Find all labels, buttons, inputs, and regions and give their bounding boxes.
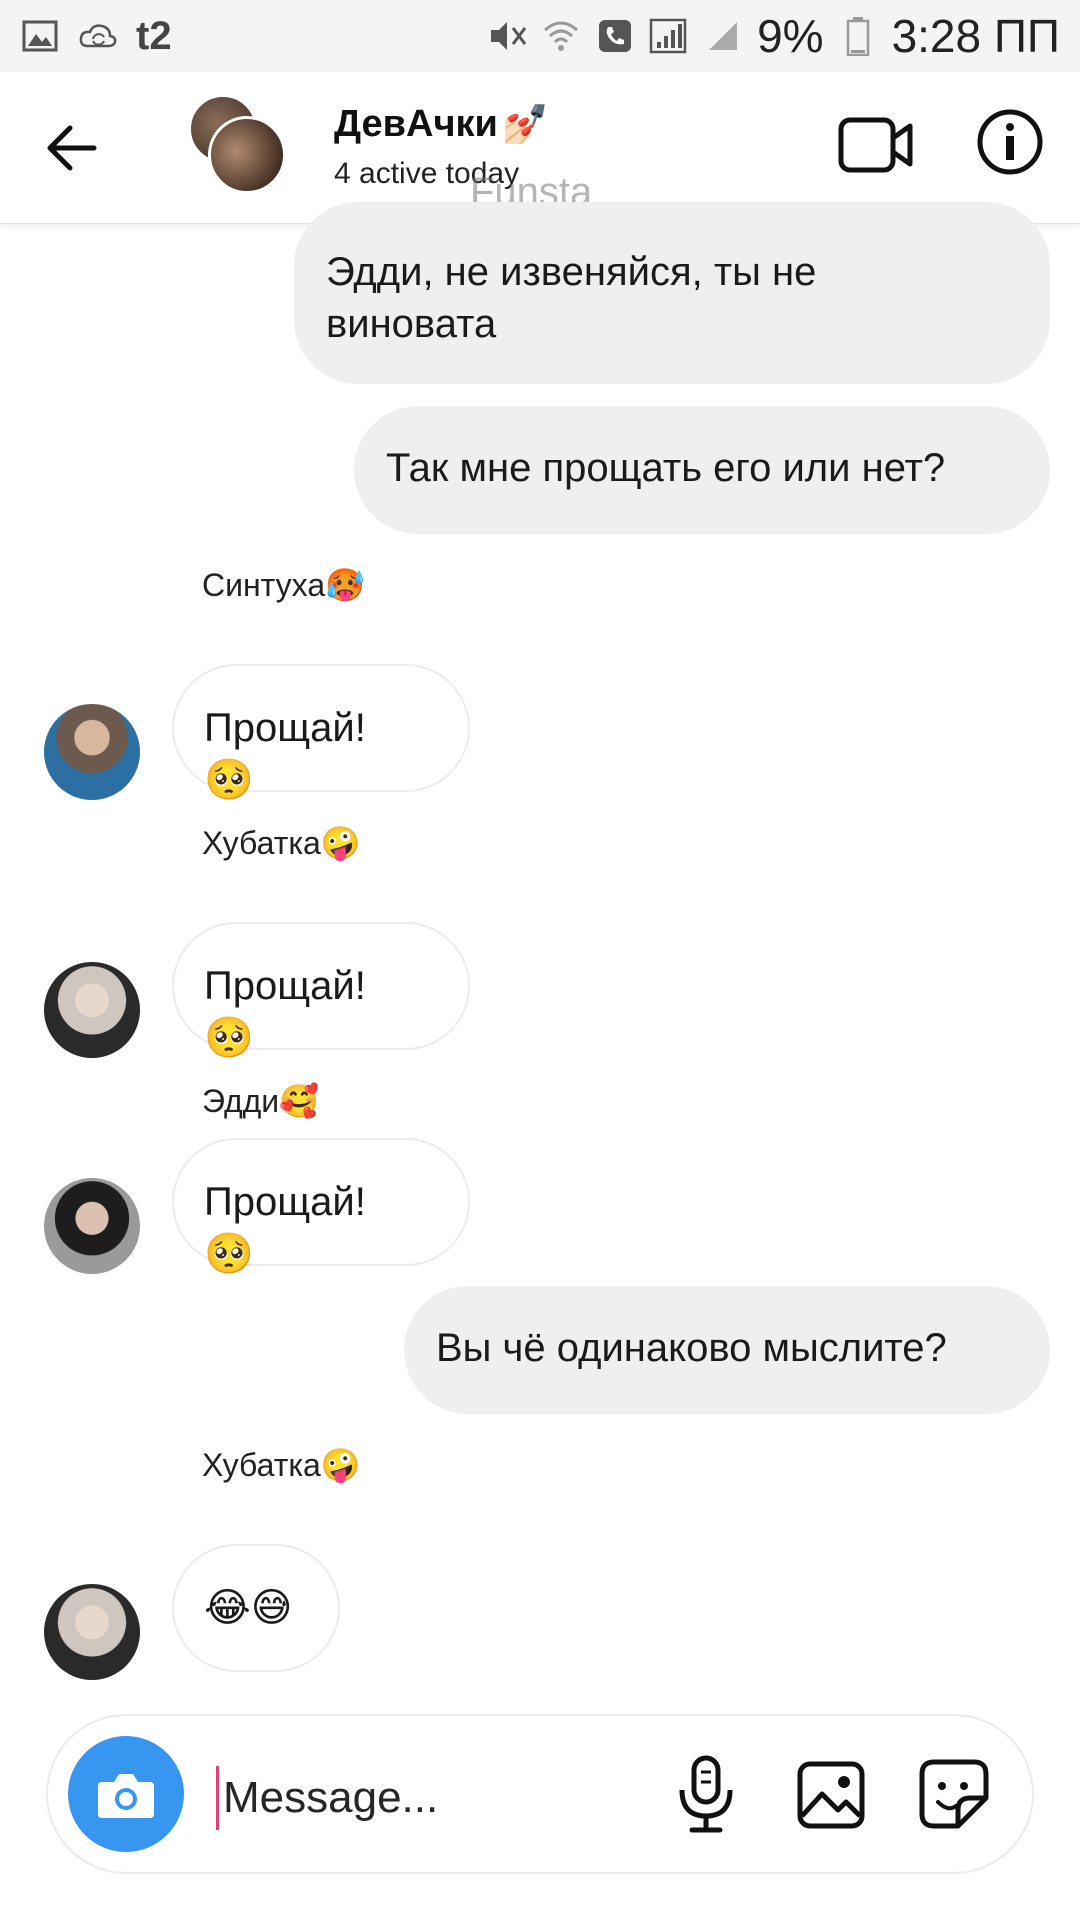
clock: 3:28 ПП [891, 10, 1060, 62]
avatar[interactable] [44, 704, 140, 800]
nail-polish-emoji: 💅🏻 [501, 102, 550, 146]
sender-name: Синтуха🥵 [202, 566, 365, 604]
cloud-sync-icon [78, 18, 118, 54]
outgoing-message[interactable]: Вы чё одинаково мыслите? [404, 1286, 1050, 1414]
sticker-button[interactable] [918, 1758, 990, 1830]
microphone-button[interactable] [674, 1754, 738, 1834]
gallery-button[interactable] [796, 1760, 866, 1830]
gallery-notification-icon [20, 18, 60, 54]
battery-icon [838, 17, 878, 56]
image-icon [797, 1761, 865, 1829]
incoming-message[interactable]: Прощай! 🥺 [172, 922, 470, 1061]
video-call-button[interactable] [838, 114, 914, 176]
outgoing-message[interactable]: Эдди, не извеняйся, ты не виновата [294, 202, 1050, 384]
avatar[interactable] [44, 962, 140, 1058]
signal-secondary-icon [703, 18, 743, 54]
message-input[interactable] [216, 1766, 636, 1830]
message-composer [46, 1714, 1034, 1874]
avatar[interactable] [44, 1178, 140, 1274]
incoming-message[interactable]: 😂😅 [172, 1544, 340, 1672]
camera-icon [98, 1774, 154, 1818]
avatar[interactable] [44, 1584, 140, 1680]
mute-icon [487, 18, 527, 54]
microphone-icon [679, 1755, 733, 1833]
sender-name: Хубатка🤪 [202, 824, 361, 862]
group-avatar[interactable] [188, 94, 288, 194]
camera-button[interactable] [68, 1736, 184, 1852]
signal-icon [649, 18, 689, 54]
sticker-icon [919, 1759, 989, 1829]
info-icon [977, 109, 1043, 175]
back-button[interactable] [42, 122, 106, 174]
group-name: ДевАчки 💅🏻 [334, 102, 550, 146]
sender-name: Хубатка🤪 [202, 1446, 361, 1484]
avatar [208, 116, 286, 194]
battery-percent: 9% [757, 10, 824, 62]
arrow-left-icon [47, 125, 97, 171]
status-bar: t2 9% 3:28 ПП [0, 0, 1080, 72]
incoming-message[interactable]: Прощай! 🥺 [172, 1138, 470, 1277]
info-button[interactable] [976, 108, 1044, 176]
incoming-message[interactable]: Прощай! 🥺 [172, 664, 470, 803]
carrier-label: t2 [136, 13, 172, 58]
outgoing-message[interactable]: Так мне прощать его или нет? [354, 406, 1050, 534]
video-camera-icon [838, 117, 913, 173]
call-icon [595, 18, 635, 54]
wifi-icon [541, 18, 581, 54]
sender-name: Эдди🥰 [202, 1082, 319, 1120]
